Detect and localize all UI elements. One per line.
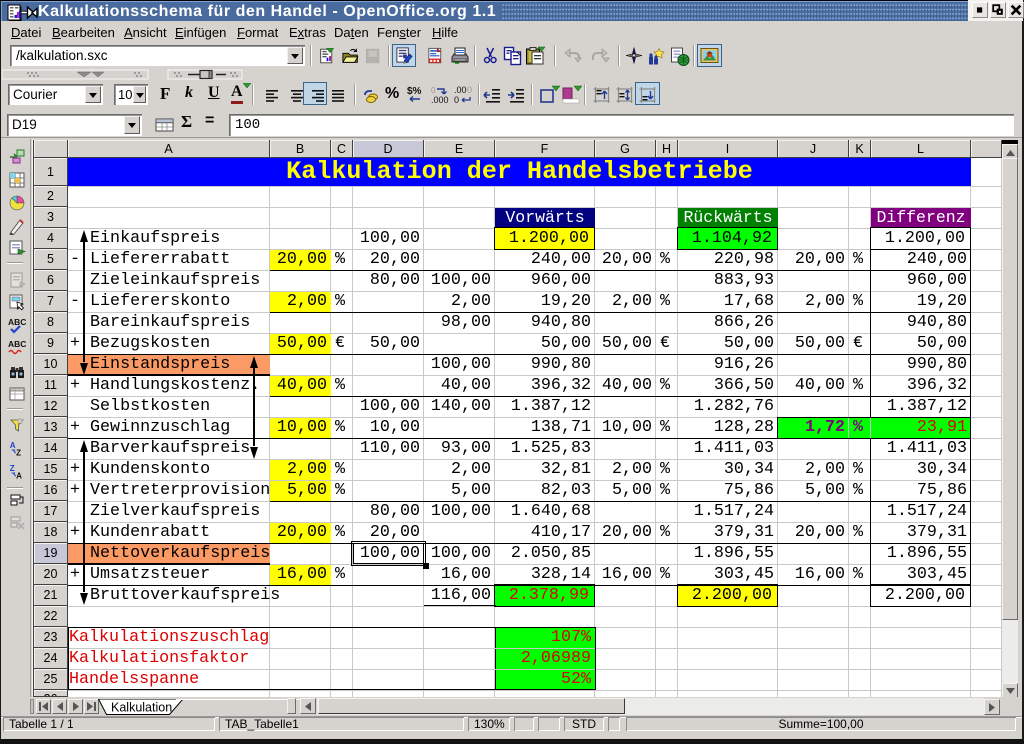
- svg-text:Z: Z: [10, 464, 15, 473]
- svg-text:ABC: ABC: [8, 317, 26, 327]
- svg-text:0: 0: [431, 86, 436, 95]
- svg-text:0: 0: [467, 85, 472, 95]
- svg-text:$%: $%: [407, 86, 422, 97]
- svg-text:A: A: [16, 471, 22, 480]
- svg-text:Kalkulation: Kalkulation: [111, 701, 172, 715]
- svg-text:.000: .000: [431, 95, 449, 105]
- svg-text:A: A: [10, 441, 16, 450]
- svg-text:.00: .00: [454, 85, 467, 95]
- svg-text:0: 0: [454, 95, 459, 105]
- svg-text:Z: Z: [16, 448, 21, 457]
- svg-text:ABC: ABC: [8, 339, 26, 349]
